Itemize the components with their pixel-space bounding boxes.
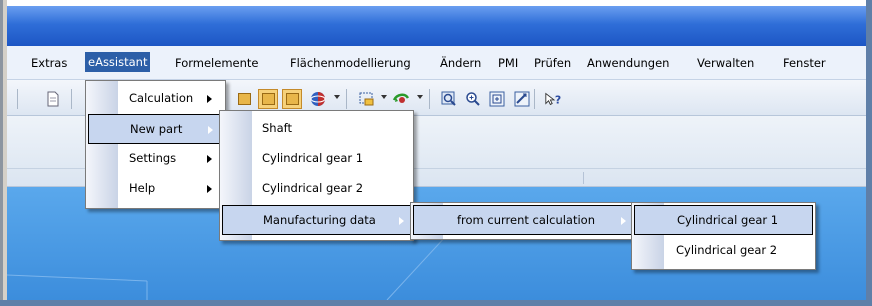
chevron-down-icon[interactable]	[334, 95, 340, 99]
orbit-icon[interactable]	[391, 89, 411, 109]
sphere-icon[interactable]	[308, 89, 328, 109]
zoom-icon[interactable]	[463, 89, 483, 109]
svg-text:?: ?	[555, 94, 561, 107]
chevron-right-icon	[621, 217, 626, 225]
chevron-right-icon	[207, 95, 212, 103]
menu-item-label: Settings	[129, 151, 177, 165]
menu-fenster[interactable]: Fenster	[783, 56, 826, 70]
menu-verwalten[interactable]: Verwalten	[697, 56, 754, 70]
menu-item-manufacturing-data[interactable]: Manufacturing data	[222, 205, 411, 235]
menu-pmi[interactable]: PMI	[498, 56, 518, 70]
menu-item-label: Cylindrical gear 1	[262, 151, 364, 165]
menu-item-label: Calculation	[129, 91, 194, 105]
zoom-area-icon[interactable]	[439, 89, 459, 109]
window-frame-bottom	[0, 300, 872, 306]
new-file-icon[interactable]	[43, 89, 63, 109]
current-calculation-menu: Cylindrical gear 1 Cylindrical gear 2	[631, 202, 816, 270]
menu-item-cylindrical-gear-1[interactable]: Cylindrical gear 1	[220, 144, 413, 174]
part-cube-pressed-icon[interactable]	[258, 89, 278, 109]
menu-item-label: from current calculation	[457, 213, 596, 227]
menu-item-shaft[interactable]: Shaft	[220, 114, 413, 144]
toolbar-separator	[17, 89, 18, 109]
chevron-down-icon[interactable]	[417, 95, 423, 99]
new-part-menu: Shaft Cylindrical gear 1 Cylindrical gea…	[219, 110, 414, 241]
menu-item-calculation[interactable]: Calculation	[86, 84, 225, 114]
menu-item-label: Help	[129, 181, 156, 195]
toolbar-separator	[429, 89, 430, 109]
chevron-down-icon[interactable]	[381, 95, 387, 99]
eassistant-menu: Calculation New part Settings Help	[85, 80, 226, 209]
divider	[583, 172, 584, 184]
menu-item-label: Manufacturing data	[263, 213, 376, 227]
menu-item-label: Cylindrical gear 2	[676, 243, 778, 257]
manufacturing-data-menu: from current calculation	[410, 202, 636, 240]
chevron-right-icon	[399, 217, 404, 225]
window-frame-right	[866, 0, 872, 306]
menu-item-new-part[interactable]: New part	[88, 114, 223, 144]
menu-item-label: New part	[130, 122, 183, 136]
menu-item-settings[interactable]: Settings	[86, 144, 225, 174]
help-pointer-icon[interactable]: ?	[544, 89, 564, 109]
menu-anwendungen[interactable]: Anwendungen	[587, 56, 669, 70]
part-cube-pressed-icon[interactable]	[282, 89, 302, 109]
toolbar-separator	[346, 89, 347, 109]
menu-extras[interactable]: Extras	[31, 56, 67, 70]
chevron-right-icon	[208, 126, 213, 134]
part-cube-icon[interactable]	[234, 89, 254, 109]
menu-item-label: Cylindrical gear 1	[677, 213, 779, 227]
menu-item-label: Shaft	[262, 121, 292, 135]
menu-eassistant[interactable]: eAssistant	[85, 52, 151, 72]
view-icon[interactable]	[512, 89, 532, 109]
select-icon[interactable]	[357, 89, 377, 109]
title-bar	[7, 6, 866, 46]
menu-item-cylindrical-gear-2[interactable]: Cylindrical gear 2	[632, 236, 815, 266]
menu-item-from-current-calculation[interactable]: from current calculation	[413, 205, 633, 235]
toolbar-separator	[534, 89, 535, 109]
menu-item-cylindrical-gear-2[interactable]: Cylindrical gear 2	[220, 174, 413, 204]
menu-item-help[interactable]: Help	[86, 174, 225, 204]
menu-formelemente[interactable]: Formelemente	[175, 56, 258, 70]
toolbar-separator	[71, 89, 72, 109]
menu-aendern[interactable]: Ändern	[440, 56, 481, 70]
menu-bar: Extras eAssistant Formelemente Flächenmo…	[7, 46, 866, 80]
chevron-right-icon	[207, 155, 212, 163]
menu-pruefen[interactable]: Prüfen	[534, 56, 571, 70]
menu-flaechenmodellierung[interactable]: Flächenmodellierung	[290, 56, 411, 70]
menu-item-label: Cylindrical gear 2	[262, 181, 364, 195]
zoom-fit-icon[interactable]	[487, 89, 507, 109]
menu-item-cylindrical-gear-1[interactable]: Cylindrical gear 1	[634, 205, 813, 235]
chevron-right-icon	[207, 185, 212, 193]
